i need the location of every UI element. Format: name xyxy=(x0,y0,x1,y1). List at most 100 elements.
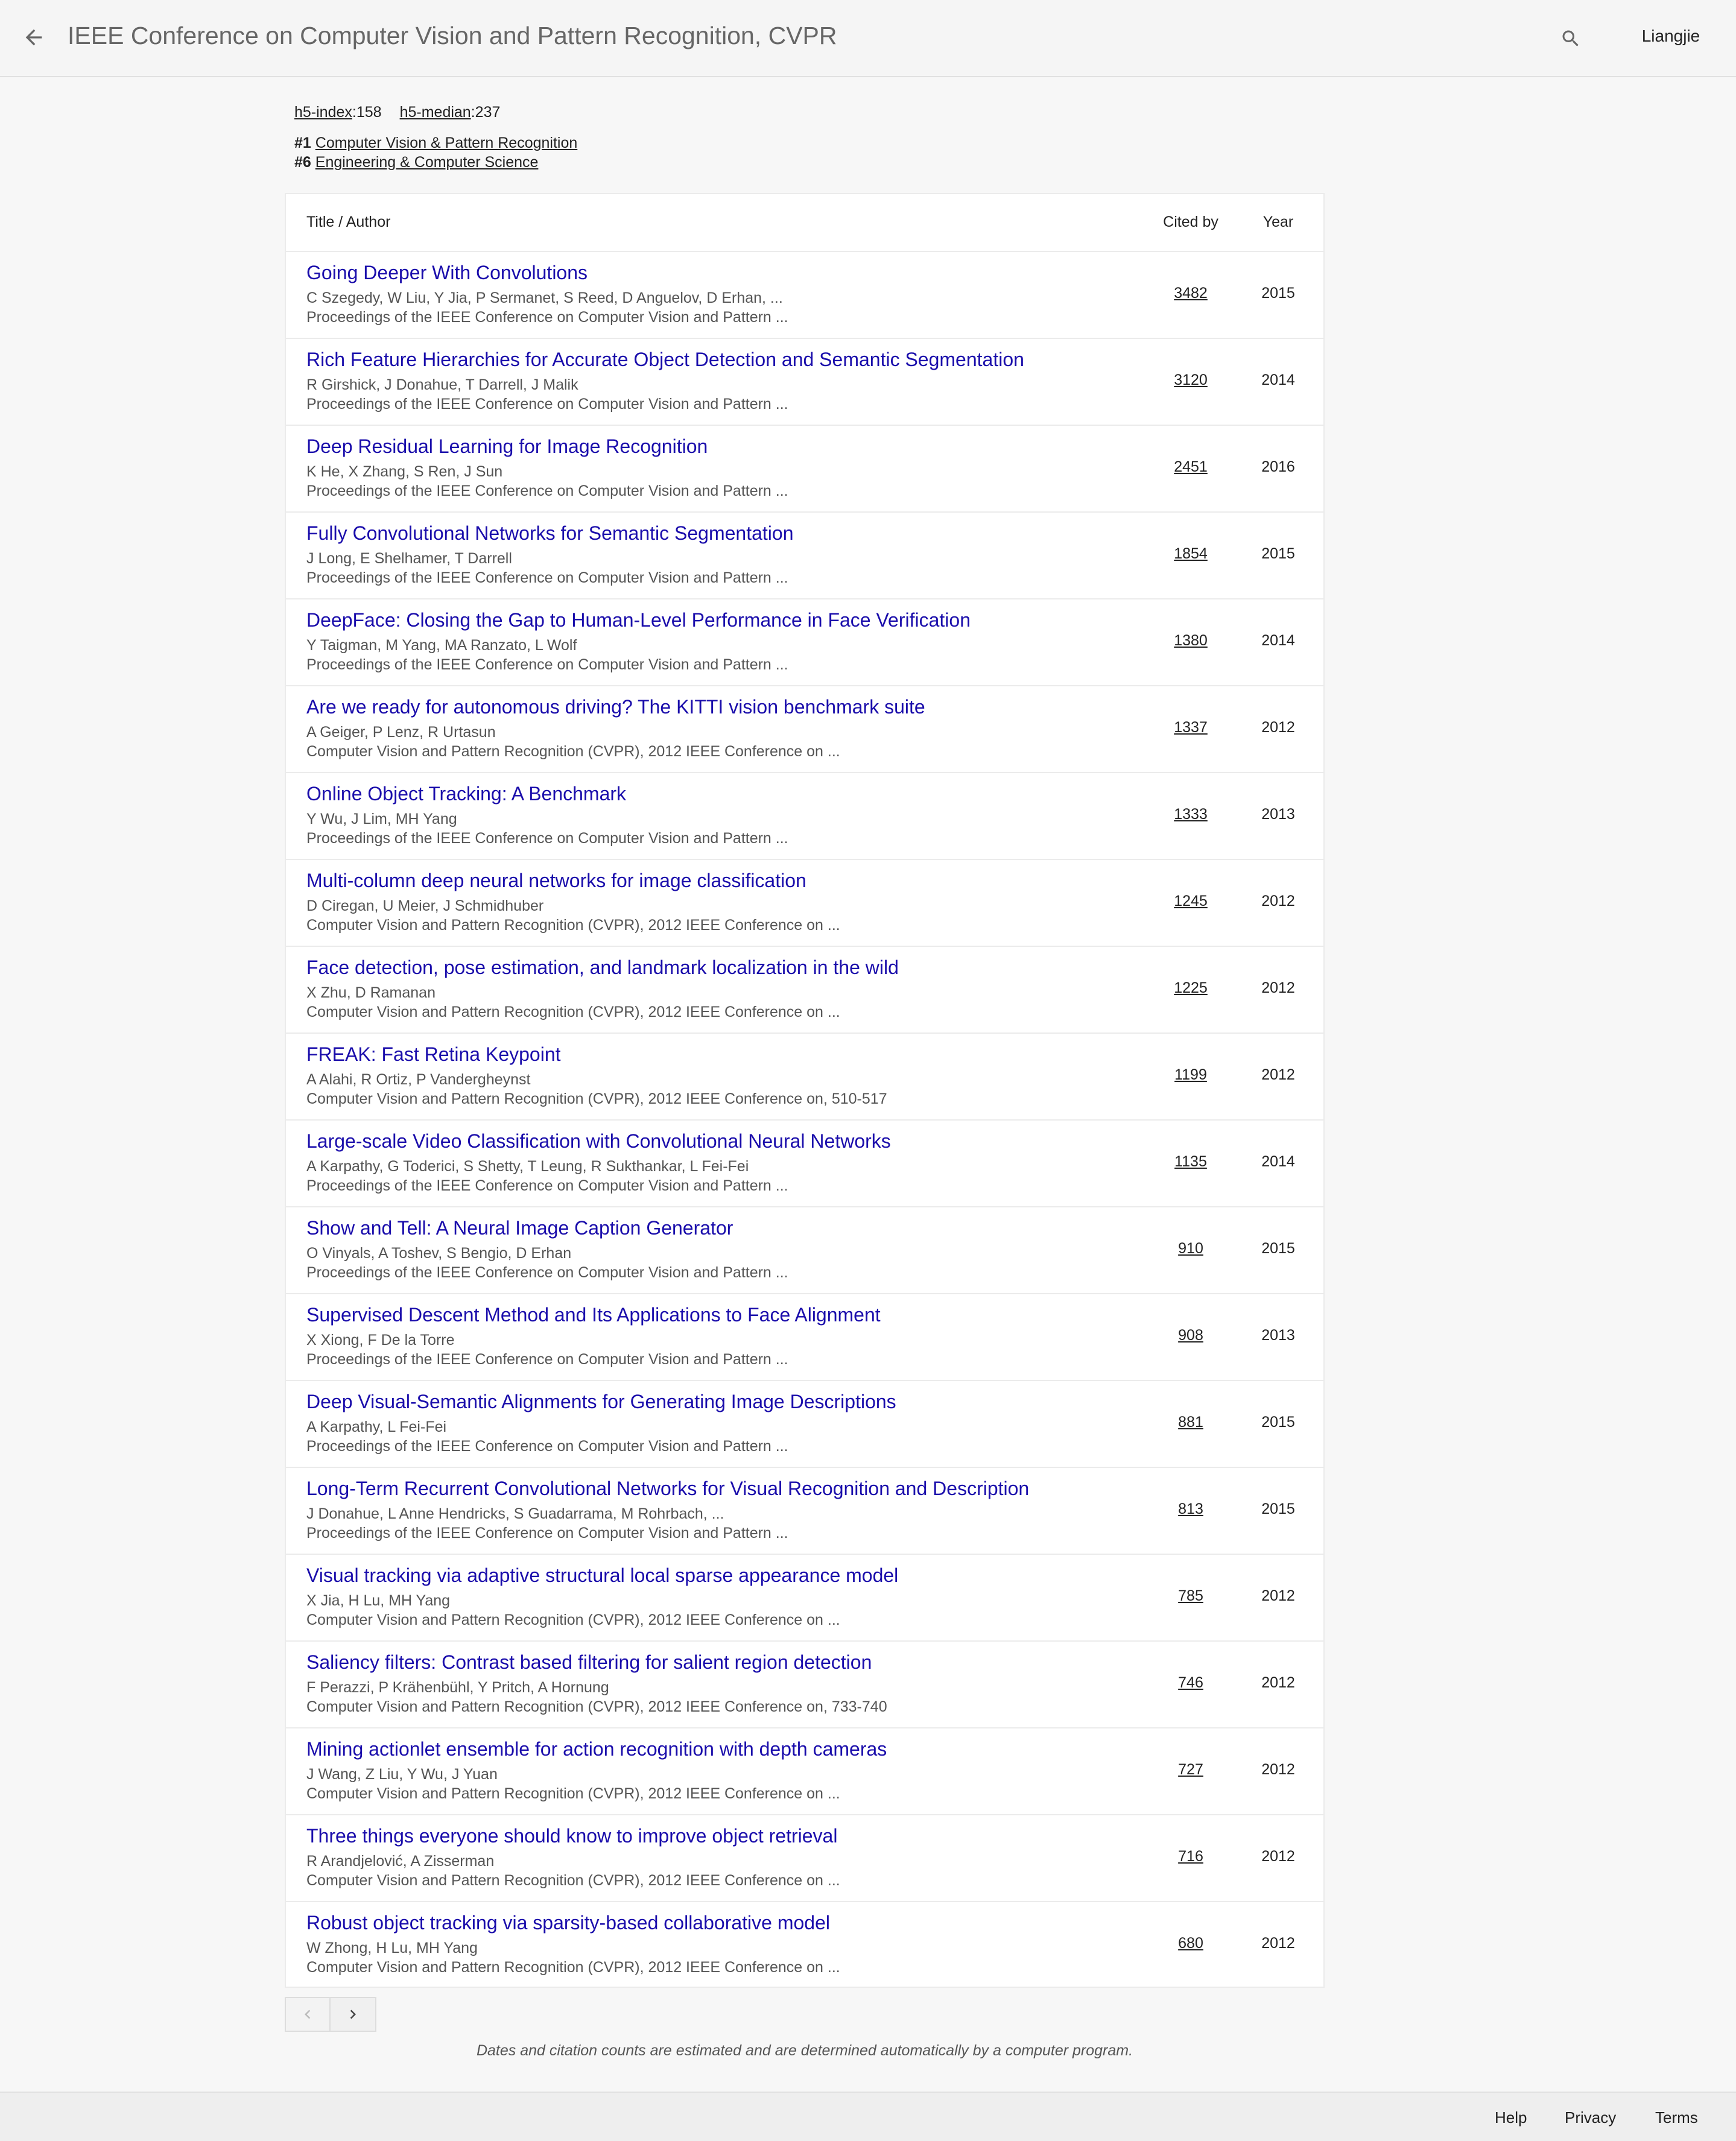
cited-by-link[interactable]: 908 xyxy=(1148,1327,1233,1344)
publication-year: 2012 xyxy=(1261,1761,1295,1778)
cited-by-link[interactable]: 1333 xyxy=(1148,806,1233,823)
publication-year: 2016 xyxy=(1261,458,1295,475)
chevron-right-icon xyxy=(350,2010,356,2019)
publication-title-link[interactable]: Multi-column deep neural networks for im… xyxy=(306,870,806,892)
cited-by-link[interactable]: 716 xyxy=(1148,1848,1233,1865)
publication-title-link[interactable]: Three things everyone should know to imp… xyxy=(306,1825,837,1847)
publication-venue: Proceedings of the IEEE Conference on Co… xyxy=(306,482,788,499)
publication-year: 2015 xyxy=(1261,1501,1295,1517)
publication-title-link[interactable]: Robust object tracking via sparsity-base… xyxy=(306,1912,830,1934)
cited-by-link[interactable]: 1225 xyxy=(1148,979,1233,997)
publication-title-link[interactable]: FREAK: Fast Retina Keypoint xyxy=(306,1043,561,1066)
footer-help-link[interactable]: Help xyxy=(1495,2108,1527,2127)
publication-venue: Proceedings of the IEEE Conference on Co… xyxy=(306,1177,788,1194)
footer-terms-link[interactable]: Terms xyxy=(1655,2108,1698,2127)
rank-number: #6 xyxy=(294,154,311,171)
search-icon xyxy=(1562,30,1579,46)
column-header-year: Year xyxy=(1262,213,1294,230)
publication-title-link[interactable]: Long-Term Recurrent Convolutional Networ… xyxy=(306,1478,1029,1500)
table-row: Fully Convolutional Networks for Semanti… xyxy=(286,513,1323,599)
publication-year: 2012 xyxy=(1261,893,1295,909)
table-row: Rich Feature Hierarchies for Accurate Ob… xyxy=(286,339,1323,426)
publication-authors: X Zhu, D Ramanan xyxy=(306,984,436,1001)
publication-year: 2015 xyxy=(1261,1240,1295,1257)
publication-venue: Proceedings of the IEEE Conference on Co… xyxy=(306,569,788,586)
publication-authors: X Jia, H Lu, MH Yang xyxy=(306,1592,451,1609)
publication-title-link[interactable]: Large-scale Video Classification with Co… xyxy=(306,1130,891,1153)
publication-venue: Proceedings of the IEEE Conference on Co… xyxy=(306,1438,788,1455)
table-row: Show and Tell: A Neural Image Caption Ge… xyxy=(286,1207,1323,1294)
publication-title-link[interactable]: Going Deeper With Convolutions xyxy=(306,262,588,284)
search-button[interactable] xyxy=(1553,21,1589,57)
publication-venue: Proceedings of the IEEE Conference on Co… xyxy=(306,656,788,673)
cited-by-link[interactable]: 813 xyxy=(1148,1501,1233,1518)
footer: Help Privacy Terms xyxy=(0,2092,1736,2141)
publication-title-link[interactable]: DeepFace: Closing the Gap to Human-Level… xyxy=(306,609,971,631)
table-body: Going Deeper With Convolutions C Szegedy,… xyxy=(286,252,1323,1989)
previous-page-button[interactable] xyxy=(285,1997,331,2032)
h5-median-link[interactable]: h5-median xyxy=(400,104,471,121)
publication-title-link[interactable]: Visual tracking via adaptive structural … xyxy=(306,1564,898,1587)
cited-by-link[interactable]: 910 xyxy=(1148,1240,1233,1257)
rank-category-link[interactable]: Engineering & Computer Science xyxy=(315,154,539,171)
venue-metrics: h5-index:158 h5-median:237 xyxy=(294,104,500,121)
publication-title-link[interactable]: Mining actionlet ensemble for action rec… xyxy=(306,1738,887,1760)
cited-by-link[interactable]: 727 xyxy=(1148,1761,1233,1779)
publication-title-link[interactable]: Supervised Descent Method and Its Applic… xyxy=(306,1304,881,1326)
table-row: Large-scale Video Classification with Co… xyxy=(286,1121,1323,1207)
table-row: DeepFace: Closing the Gap to Human-Level… xyxy=(286,599,1323,686)
publication-title-link[interactable]: Online Object Tracking: A Benchmark xyxy=(306,783,626,805)
publication-year: 2013 xyxy=(1261,806,1295,823)
publication-year: 2012 xyxy=(1261,1935,1295,1952)
publication-title-link[interactable]: Face detection, pose estimation, and lan… xyxy=(306,957,899,979)
cited-by-link[interactable]: 785 xyxy=(1148,1587,1233,1605)
publication-year: 2015 xyxy=(1261,545,1295,562)
publication-title-link[interactable]: Are we ready for autonomous driving? The… xyxy=(306,696,925,718)
publications-table: Title / Author Cited by Year Going Deepe… xyxy=(285,193,1325,1988)
publication-venue: Computer Vision and Pattern Recognition … xyxy=(306,1004,840,1020)
publication-year: 2012 xyxy=(1261,979,1295,996)
publication-venue: Proceedings of the IEEE Conference on Co… xyxy=(306,1264,788,1281)
next-page-button[interactable] xyxy=(331,1997,376,2032)
cited-by-link[interactable]: 680 xyxy=(1148,1935,1233,1952)
publication-year: 2014 xyxy=(1261,632,1295,649)
publication-year: 2014 xyxy=(1261,1153,1295,1170)
cited-by-link[interactable]: 1380 xyxy=(1148,632,1233,650)
publication-venue: Computer Vision and Pattern Recognition … xyxy=(306,1698,887,1715)
publication-year: 2014 xyxy=(1261,372,1295,388)
publication-title-link[interactable]: Saliency filters: Contrast based filteri… xyxy=(306,1651,872,1674)
publication-authors: J Long, E Shelhamer, T Darrell xyxy=(306,550,512,567)
publication-title-link[interactable]: Fully Convolutional Networks for Semanti… xyxy=(306,522,793,545)
publication-authors: Y Taigman, M Yang, MA Ranzato, L Wolf xyxy=(306,637,577,654)
back-button[interactable] xyxy=(16,18,52,57)
publication-authors: D Ciregan, U Meier, J Schmidhuber xyxy=(306,897,544,914)
pagination xyxy=(285,1997,376,2032)
cited-by-link[interactable]: 1135 xyxy=(1148,1153,1233,1171)
table-row: Mining actionlet ensemble for action rec… xyxy=(286,1728,1323,1815)
table-row: Supervised Descent Method and Its Applic… xyxy=(286,1294,1323,1381)
table-row: Long-Term Recurrent Convolutional Networ… xyxy=(286,1468,1323,1555)
cited-by-link[interactable]: 1337 xyxy=(1148,719,1233,736)
ranking-item: #1 Computer Vision & Pattern Recognition xyxy=(294,134,577,152)
publication-title-link[interactable]: Rich Feature Hierarchies for Accurate Ob… xyxy=(306,349,1024,371)
table-row: FREAK: Fast Retina Keypoint A Alahi, R Or… xyxy=(286,1034,1323,1121)
h5-index-link[interactable]: h5-index xyxy=(294,104,352,121)
cited-by-link[interactable]: 2451 xyxy=(1148,458,1233,476)
footer-privacy-link[interactable]: Privacy xyxy=(1565,2108,1616,2127)
cited-by-link[interactable]: 881 xyxy=(1148,1414,1233,1431)
cited-by-link[interactable]: 1854 xyxy=(1148,545,1233,563)
publication-authors: A Geiger, P Lenz, R Urtasun xyxy=(306,724,496,741)
publication-venue: Computer Vision and Pattern Recognition … xyxy=(306,1090,887,1107)
cited-by-link[interactable]: 3120 xyxy=(1148,372,1233,389)
publication-title-link[interactable]: Deep Visual-Semantic Alignments for Gene… xyxy=(306,1391,896,1413)
cited-by-link[interactable]: 746 xyxy=(1148,1674,1233,1692)
cited-by-link[interactable]: 1199 xyxy=(1148,1066,1233,1084)
rank-category-link[interactable]: Computer Vision & Pattern Recognition xyxy=(315,134,578,151)
publication-title-link[interactable]: Show and Tell: A Neural Image Caption Ge… xyxy=(306,1217,733,1239)
account-button[interactable]: Liangjie xyxy=(1629,27,1713,46)
cited-by-link[interactable]: 3482 xyxy=(1148,285,1233,302)
cited-by-link[interactable]: 1245 xyxy=(1148,893,1233,910)
publication-title-link[interactable]: Deep Residual Learning for Image Recogni… xyxy=(306,435,708,458)
publication-authors: J Donahue, L Anne Hendricks, S Guadarram… xyxy=(306,1505,724,1522)
publication-venue: Computer Vision and Pattern Recognition … xyxy=(306,1611,840,1628)
